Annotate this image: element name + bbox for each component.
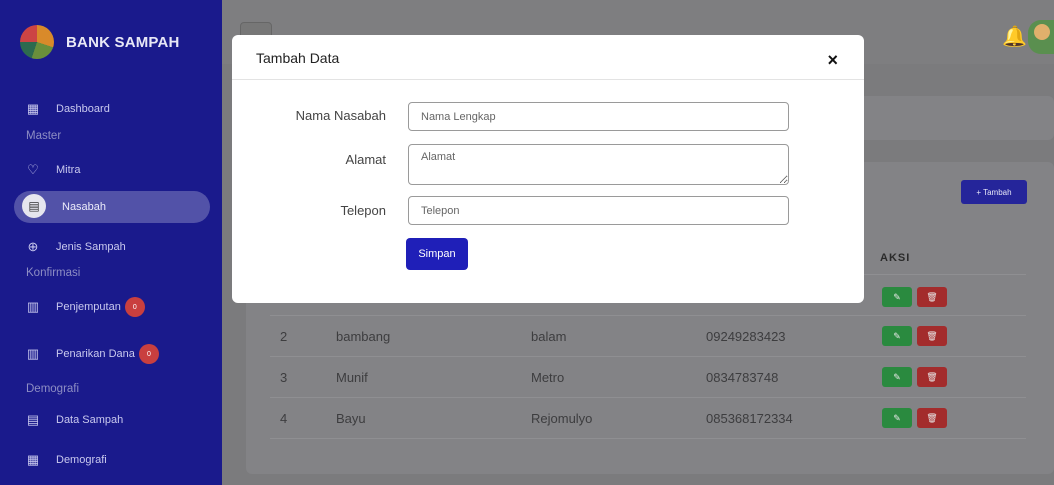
sidebar-item-label: Data Sampah [56, 414, 124, 426]
sidebar-item-label: Nasabah [62, 201, 107, 213]
sidebar-item-label: Penarikan Dana [56, 348, 135, 360]
add-button[interactable]: + Tambah [961, 180, 1027, 204]
sidebar-item-mitra[interactable]: ♡ Mitra [26, 163, 80, 177]
delete-button[interactable]: 🗑 [917, 287, 947, 307]
sidebar-item-demografi[interactable]: ▦ Demografi [26, 453, 107, 467]
sidebar-item-label: Dashboard [56, 103, 110, 115]
row-actions: ✎ 🗑 [882, 367, 947, 387]
add-data-modal: Tambah Data × Nama Nasabah Alamat Telepo… [232, 35, 864, 303]
row-actions: ✎ 🗑 [882, 408, 947, 428]
cell-telepon: 085368172334 [706, 411, 793, 426]
cell-alamat: balam [531, 329, 567, 344]
cell-nama: bambang [336, 329, 391, 344]
row-divider [270, 397, 1026, 398]
sidebar: BANK SAMPAH ▦ Dashboard Master ♡ Mitra ▤… [0, 0, 222, 485]
dashboard-icon: ▦ [26, 101, 40, 116]
close-icon[interactable]: × [827, 51, 838, 69]
column-header-aksi: AKSI [880, 252, 911, 264]
telepon-input[interactable] [408, 196, 789, 225]
cell-alamat: Metro [531, 370, 565, 385]
count-badge: 0 [124, 297, 145, 317]
modal-title: Tambah Data [256, 50, 340, 66]
sidebar-item-dashboard[interactable]: ▦ Dashboard [26, 102, 110, 116]
sidebar-item-jenis-sampah[interactable]: ⊕ Jenis Sampah [26, 240, 126, 254]
section-konfirmasi: Konfirmasi [26, 267, 81, 279]
heart-icon: ♡ [27, 162, 39, 177]
section-demografi: Demografi [26, 383, 80, 395]
modal-header: Tambah Data × [232, 35, 864, 80]
row-actions: ✎ 🗑 [882, 287, 947, 307]
sidebar-item-label: Mitra [56, 164, 81, 176]
building-icon: ▥ [26, 346, 40, 361]
sidebar-item-data-sampah[interactable]: ▤ Data Sampah [26, 413, 123, 427]
delete-button[interactable]: 🗑 [917, 408, 947, 428]
save-button[interactable]: Simpan [406, 238, 468, 270]
row-actions: ✎ 🗑 [882, 326, 947, 346]
count-badge: 0 [138, 344, 159, 364]
row-divider [270, 315, 1026, 316]
row-divider [270, 438, 1026, 439]
plus-icon: + [976, 187, 982, 197]
cell-no: 3 [280, 370, 288, 385]
delete-button[interactable]: 🗑 [917, 326, 947, 346]
sidebar-item-label: Penjemputan [56, 301, 121, 313]
id-card-icon: ▤ [22, 194, 46, 218]
nama-nasabah-input[interactable] [408, 102, 789, 131]
cell-no: 2 [280, 329, 288, 344]
cell-nama: Bayu [336, 411, 366, 426]
bell-icon[interactable]: 🔔 [1002, 26, 1027, 48]
cell-nama: Munif [336, 370, 368, 385]
sidebar-item-label: Jenis Sampah [56, 241, 126, 253]
brand-title: BANK SAMPAH [66, 33, 180, 51]
add-button-label: Tambah [983, 187, 1012, 197]
globe-icon: ⊕ [27, 239, 39, 254]
cell-telepon: 09249283423 [706, 329, 786, 344]
section-master: Master [26, 130, 62, 142]
alamat-textarea[interactable] [408, 144, 789, 185]
edit-button[interactable]: ✎ [882, 287, 912, 307]
sidebar-item-label: Demografi [56, 454, 107, 466]
sidebar-item-penarikan-dana[interactable]: ▥ Penarikan Dana 0 [26, 344, 159, 364]
brand-logo [20, 25, 54, 59]
sidebar-item-nasabah[interactable]: Nasabah [62, 201, 106, 213]
edit-button[interactable]: ✎ [882, 326, 912, 346]
edit-button[interactable]: ✎ [882, 367, 912, 387]
sidebar-item-penjemputan[interactable]: ▥ Penjemputan 0 [26, 297, 145, 317]
building-icon: ▥ [26, 299, 40, 314]
avatar[interactable] [1028, 20, 1054, 54]
alamat-label: Alamat [345, 152, 386, 167]
bank-icon: ▦ [26, 452, 40, 467]
edit-button[interactable]: ✎ [882, 408, 912, 428]
cell-telepon: 0834783748 [706, 370, 779, 385]
brand[interactable]: BANK SAMPAH [0, 0, 222, 84]
row-divider [270, 356, 1026, 357]
nama-nasabah-label: Nama Nasabah [295, 108, 386, 123]
cell-alamat: Rejomulyo [531, 411, 593, 426]
list-icon: ▤ [26, 412, 40, 427]
cell-no: 4 [280, 411, 288, 426]
telepon-label: Telepon [340, 203, 386, 218]
delete-button[interactable]: 🗑 [917, 367, 947, 387]
